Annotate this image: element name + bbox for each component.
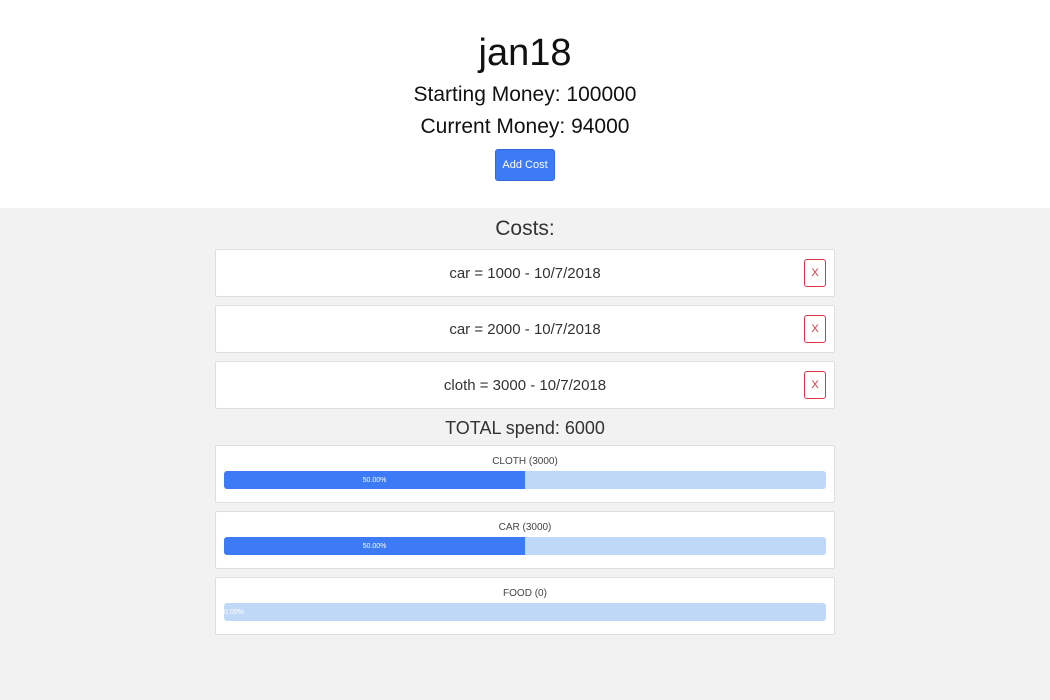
remove-cost-button[interactable]: X [804,315,826,343]
category-progress-fill: 50.00% [224,537,525,555]
cost-item: car = 1000 - 10/7/2018 X [215,249,835,297]
remove-cost-button[interactable]: X [804,259,826,287]
category-card: CAR (3000) 50.00% [215,511,835,569]
budget-header: jan18 Starting Money: 100000 Current Mon… [0,0,1050,208]
page-title: jan18 [478,32,572,74]
cost-item-text: car = 2000 - 10/7/2018 [449,320,601,338]
category-label: FOOD (0) [503,588,547,599]
category-progress-bar: 50.00% [224,471,826,489]
total-spend: TOTAL spend: 6000 [445,418,605,438]
category-card: CLOTH (3000) 50.00% [215,445,835,503]
costs-section: Costs: car = 1000 - 10/7/2018 X car = 20… [0,208,1050,700]
category-list: CLOTH (3000) 50.00% CAR (3000) 50.00% FO… [215,445,835,643]
category-progress-bar: 0.00% [224,603,826,621]
current-money: Current Money: 94000 [420,115,630,138]
remove-cost-button[interactable]: X [804,371,826,399]
cost-list: car = 1000 - 10/7/2018 X car = 2000 - 10… [215,249,835,417]
category-label: CLOTH (3000) [492,456,558,467]
category-progress-fill: 0.00% [224,608,244,616]
cost-item: car = 2000 - 10/7/2018 X [215,305,835,353]
category-card: FOOD (0) 0.00% [215,577,835,635]
starting-money: Starting Money: 100000 [413,83,637,106]
category-progress-bar: 50.00% [224,537,826,555]
category-label: CAR (3000) [498,522,552,533]
cost-item-text: car = 1000 - 10/7/2018 [449,264,601,282]
cost-item-text: cloth = 3000 - 10/7/2018 [443,376,607,394]
costs-heading: Costs: [495,217,555,240]
add-cost-button[interactable]: Add Cost [495,149,555,181]
category-progress-fill: 50.00% [224,471,525,489]
cost-item: cloth = 3000 - 10/7/2018 X [215,361,835,409]
